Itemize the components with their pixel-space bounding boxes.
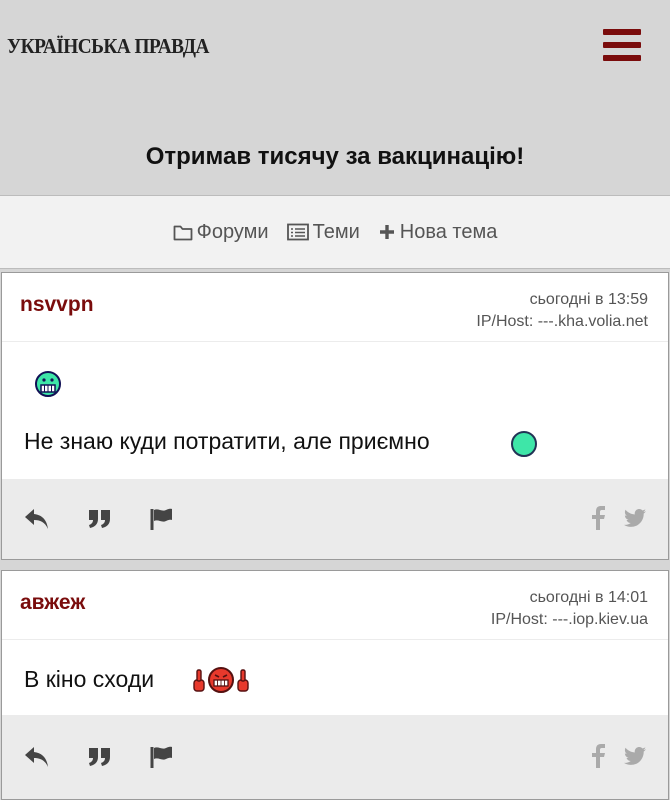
list-icon xyxy=(286,223,309,241)
post-author[interactable]: nsvvpn xyxy=(20,293,94,317)
plus-icon xyxy=(378,223,396,241)
forum-post: nsvvpn сьогодні в 13:59 IP/Host: ---.kha… xyxy=(1,272,669,560)
post-header: nsvvpn сьогодні в 13:59 IP/Host: ---.kha… xyxy=(2,273,668,342)
post-text: Не знаю куди потратити, але приємно xyxy=(24,428,430,454)
post-footer xyxy=(2,715,668,799)
nav-new-topic-label: Нова тема xyxy=(399,220,498,243)
nav-new-topic[interactable]: Нова тема xyxy=(378,220,498,244)
site-header: УКРАЇНСЬКА ПРАВДА xyxy=(0,0,670,100)
post-body: В кіно сходи xyxy=(2,640,668,716)
forum-post: авжеж сьогодні в 14:01 IP/Host: ---.iop.… xyxy=(1,570,669,800)
site-logo[interactable]: УКРАЇНСЬКА ПРАВДА xyxy=(7,34,209,59)
hamburger-menu-icon[interactable] xyxy=(603,29,641,61)
quote-icon[interactable] xyxy=(88,747,112,772)
nav-forums[interactable]: Форуми xyxy=(173,221,269,244)
nav-topics-label: Теми xyxy=(312,220,360,243)
post-meta: сьогодні в 13:59 IP/Host: ---.kha.volia.… xyxy=(476,289,648,333)
reply-icon[interactable] xyxy=(24,508,50,535)
post-host: IP/Host: ---.kha.volia.net xyxy=(476,313,648,330)
green-circle-emoji xyxy=(510,430,538,463)
forum-nav: Форуми Теми Нова тема xyxy=(0,195,670,269)
facebook-icon[interactable] xyxy=(591,506,605,535)
page-title: Отримав тисячу за вакцинацію! xyxy=(145,143,525,170)
flag-icon[interactable] xyxy=(150,746,174,773)
twitter-icon[interactable] xyxy=(624,747,646,770)
twitter-icon[interactable] xyxy=(624,509,646,532)
post-host: IP/Host: ---.iop.kiev.ua xyxy=(490,611,648,628)
post-body: Не знаю куди потратити, але приємно xyxy=(2,342,668,478)
post-time: сьогодні в 13:59 xyxy=(529,291,648,308)
post-time: сьогодні в 14:01 xyxy=(529,589,648,606)
facebook-icon[interactable] xyxy=(591,744,605,773)
post-footer xyxy=(2,479,668,559)
post-meta: сьогодні в 14:01 IP/Host: ---.iop.kiev.u… xyxy=(491,587,648,631)
quote-icon[interactable] xyxy=(88,509,112,534)
nav-forums-label: Форуми xyxy=(196,220,269,243)
middle-finger-grin-emoji xyxy=(192,665,250,700)
nav-topics[interactable]: Теми xyxy=(286,220,360,244)
flag-icon[interactable] xyxy=(150,508,174,535)
grinning-emoji xyxy=(34,370,62,403)
post-header: авжеж сьогодні в 14:01 IP/Host: ---.iop.… xyxy=(2,571,668,640)
folder-icon xyxy=(173,223,193,241)
reply-icon[interactable] xyxy=(24,746,50,773)
post-text: В кіно сходи xyxy=(24,666,155,692)
post-author[interactable]: авжеж xyxy=(20,591,85,615)
